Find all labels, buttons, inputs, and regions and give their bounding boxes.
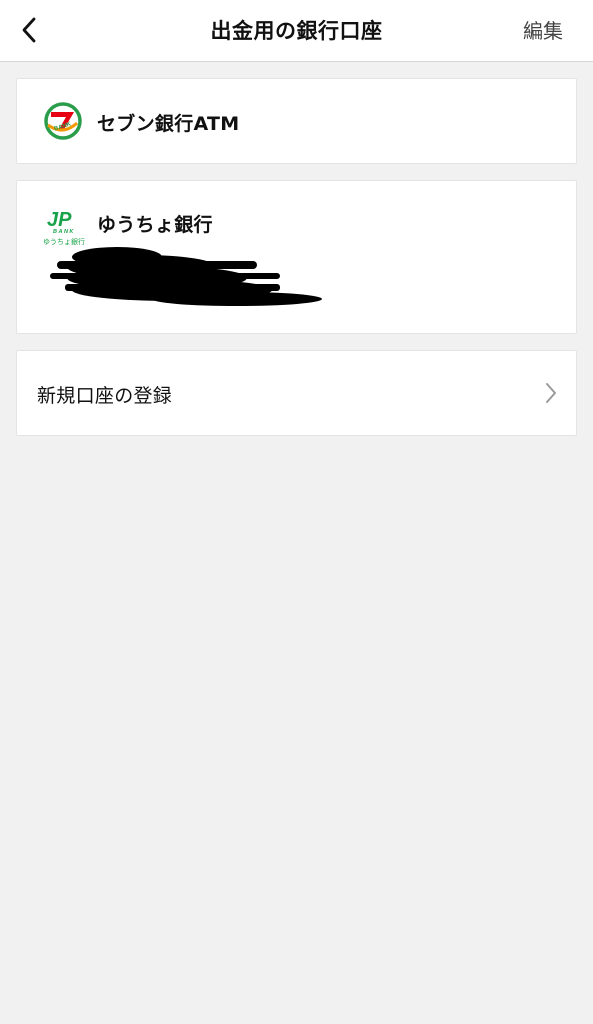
redacted-account-details: [47, 243, 327, 313]
chevron-left-icon: [22, 17, 36, 43]
bank-name: セブン銀行ATM: [97, 113, 240, 135]
register-new-account-label: 新規口座の登録: [37, 385, 173, 407]
register-new-account-row[interactable]: 新規口座の登録: [16, 350, 577, 436]
page-title: 出金用の銀行口座: [210, 19, 383, 43]
chevron-right-icon: [544, 381, 558, 409]
edit-button[interactable]: 編集: [523, 0, 563, 62]
bank-account-japan-post-bank[interactable]: JP BANK ゆうちょ銀行 ゆうちょ銀行: [16, 180, 577, 334]
bank-name: ゆうちょ銀行: [97, 214, 213, 236]
svg-text:JP: JP: [47, 209, 72, 231]
bank-account-seven-bank[interactable]: BANK セブン銀行ATM: [16, 78, 577, 164]
back-button[interactable]: [12, 12, 48, 48]
seven-bank-logo: BANK: [43, 101, 83, 145]
navigation-bar: 出金用の銀行口座 編集: [0, 0, 593, 62]
svg-text:BANK: BANK: [53, 229, 75, 235]
